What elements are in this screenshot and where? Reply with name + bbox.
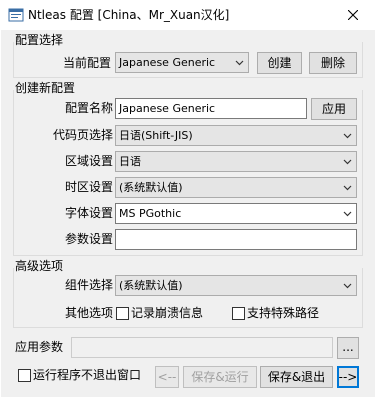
config-select-group-label: 配置选择 (15, 33, 64, 47)
current-config-label: 当前配置 (62, 56, 111, 70)
close-icon (348, 10, 358, 20)
special-path-label[interactable]: 支持特殊路径 (247, 305, 319, 321)
component-select[interactable]: (系统默认值) (115, 275, 357, 296)
close-button[interactable] (330, 0, 376, 30)
config-name-field[interactable]: Japanese Generic (115, 98, 307, 119)
back-button[interactable]: <-- (155, 366, 179, 388)
delete-button[interactable]: 删除 (309, 52, 357, 74)
config-name-label: 配置名称 (64, 101, 113, 115)
create-button[interactable]: 创建 (257, 52, 302, 74)
timezone-select[interactable]: (系统默认值) (115, 177, 357, 198)
app-params-label: 应用参数 (15, 340, 64, 354)
special-path-checkbox[interactable] (232, 307, 245, 320)
region-label: 区域设置 (64, 154, 113, 168)
save-run-button[interactable]: 保存&运行 (183, 366, 257, 388)
new-config-group-label: 创建新配置 (15, 81, 76, 95)
chevron-down-icon (343, 133, 352, 139)
font-label: 字体设置 (64, 206, 113, 220)
app-params-field[interactable] (71, 337, 333, 358)
app-icon (8, 8, 24, 22)
dialog-client-area: 配置选择 当前配置 Japanese Generic 创建 删除 创建新配置 配… (1, 30, 375, 397)
browse-button[interactable]: ... (337, 337, 359, 359)
component-label: 组件选择 (64, 278, 113, 292)
log-crash-checkbox[interactable] (116, 307, 129, 320)
keep-window-label[interactable]: 运行程序不退出窗口 (33, 367, 141, 383)
log-crash-label[interactable]: 记录崩溃信息 (131, 305, 203, 321)
window-title: Ntleas 配置 [China、Mr_Xuan汉化] (28, 8, 230, 22)
region-value: 日语 (119, 155, 141, 168)
font-select[interactable]: MS PGothic (115, 203, 357, 224)
keep-window-checkbox[interactable] (18, 369, 31, 382)
codepage-select[interactable]: 日语(Shift-JIS) (115, 125, 357, 146)
chevron-down-icon (343, 211, 352, 217)
chevron-down-icon (235, 60, 244, 66)
component-value: (系统默认值) (119, 279, 183, 292)
save-exit-button[interactable]: 保存&退出 (260, 366, 333, 388)
apply-button[interactable]: 应用 (311, 98, 357, 120)
current-config-select[interactable]: Japanese Generic (115, 52, 249, 73)
chevron-down-icon (343, 185, 352, 191)
region-select[interactable]: 日语 (115, 151, 357, 172)
param-label: 参数设置 (64, 232, 113, 246)
timezone-label: 时区设置 (64, 180, 113, 194)
current-config-value: Japanese Generic (119, 56, 216, 69)
other-options-label: 其他选项 (64, 306, 113, 320)
param-field[interactable] (115, 229, 357, 250)
chevron-down-icon (343, 283, 352, 289)
codepage-label: 代码页选择 (52, 128, 113, 142)
title-bar[interactable]: Ntleas 配置 [China、Mr_Xuan汉化] (0, 0, 376, 30)
font-value: MS PGothic (119, 207, 182, 220)
codepage-value: 日语(Shift-JIS) (119, 129, 193, 142)
advanced-group-label: 高级选项 (15, 259, 64, 273)
timezone-value: (系统默认值) (119, 181, 183, 194)
chevron-down-icon (343, 159, 352, 165)
next-button[interactable]: --> (337, 366, 359, 388)
